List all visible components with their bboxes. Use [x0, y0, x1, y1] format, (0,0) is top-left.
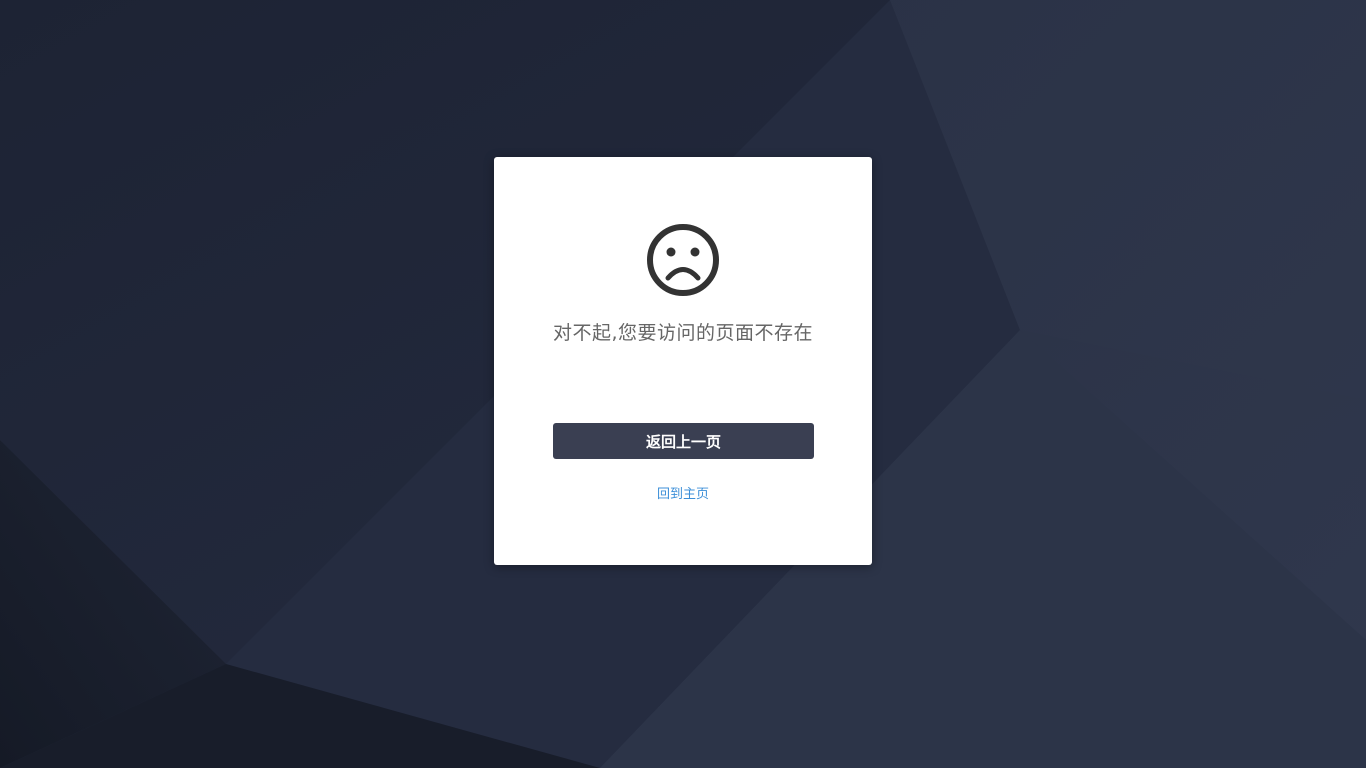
error-card: 对不起,您要访问的页面不存在 返回上一页 回到主页	[494, 157, 872, 565]
error-message: 对不起,您要访问的页面不存在	[552, 322, 814, 344]
home-link[interactable]: 回到主页	[494, 485, 872, 505]
sad-face-icon	[646, 223, 720, 297]
go-back-button[interactable]: 返回上一页	[553, 423, 814, 459]
